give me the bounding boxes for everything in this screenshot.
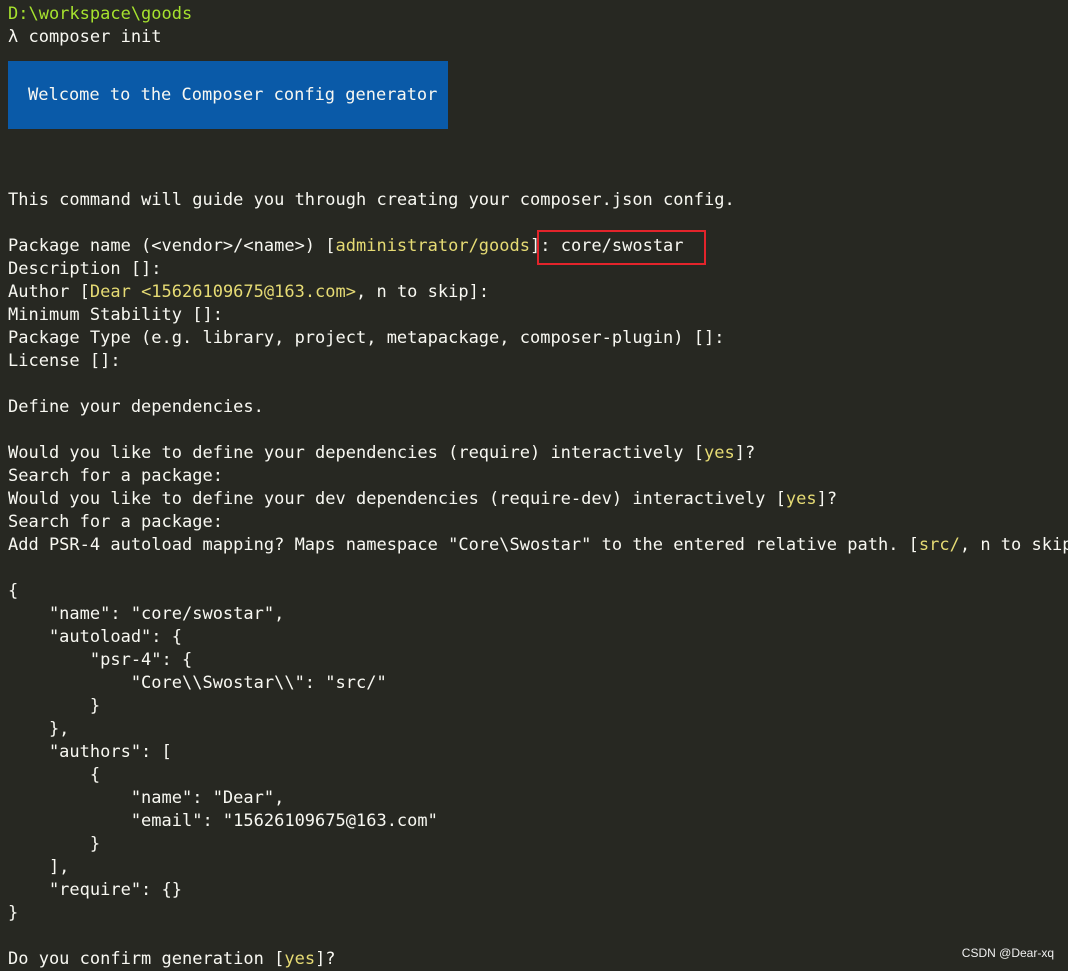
welcome-banner-text: Welcome to the Composer config generator (28, 85, 438, 105)
terminal-window[interactable]: D:\workspace\goods λ composer init Welco… (8, 3, 1068, 970)
search-package-prompt: Search for a package: (8, 512, 223, 532)
json-line: "authors": [ (8, 742, 172, 762)
json-line: "Core\\Swostar\\": "src/" (8, 673, 387, 693)
prompt-path: D:\workspace\goods (8, 4, 193, 24)
json-line: ], (8, 857, 70, 877)
author-label: Author [ (8, 282, 90, 302)
json-line: "psr-4": { (8, 650, 193, 670)
json-line: "name": "core/swostar", (8, 604, 285, 624)
package-name-label: Package name (<vendor>/<name>) [ (8, 236, 336, 256)
json-line: "email": "15626109675@163.com" (8, 811, 438, 831)
require-label: Would you like to define your dependenci… (8, 443, 704, 463)
author-suffix: , n to skip]: (356, 282, 490, 302)
watermark: CSDN @Dear-xq (961, 946, 1054, 960)
json-line: { (8, 581, 19, 601)
define-dependencies-text: Define your dependencies. (8, 397, 264, 417)
psr4-suffix: , n to skip]: (959, 535, 1068, 555)
json-line: { (8, 765, 101, 785)
json-line: } (8, 696, 101, 716)
psr4-prompt: Add PSR-4 autoload mapping? Maps namespa… (8, 534, 1068, 557)
json-line: } (8, 903, 19, 923)
require-prompt: Would you like to define your dependenci… (8, 442, 1068, 465)
confirm-default: yes (284, 949, 316, 969)
require-dev-suffix: ]? (816, 489, 838, 509)
require-dev-default: yes (785, 489, 817, 509)
package-type-prompt: Package Type (e.g. library, project, met… (8, 328, 725, 348)
json-line: }, (8, 719, 70, 739)
confirm-label: Do you confirm generation [ (8, 949, 285, 969)
confirm-suffix: ]? (315, 949, 336, 969)
author-prompt: Author [Dear <15626109675@163.com>, n to… (8, 281, 1068, 304)
license-prompt: License []: (8, 351, 121, 371)
intro-text: This command will guide you through crea… (8, 190, 735, 210)
welcome-banner: Welcome to the Composer config generator (8, 61, 448, 129)
prompt-command: λ composer init (8, 27, 162, 47)
json-preview: { "name": "core/swostar", "autoload": { … (8, 580, 1068, 925)
highlight-box (537, 230, 706, 265)
require-dev-prompt: Would you like to define your dev depend… (8, 488, 1068, 511)
json-line: } (8, 834, 101, 854)
require-default: yes (703, 443, 735, 463)
json-line: "require": {} (8, 880, 182, 900)
min-stability-prompt: Minimum Stability []: (8, 305, 223, 325)
psr4-label: Add PSR-4 autoload mapping? Maps namespa… (8, 535, 919, 555)
author-default: Dear <15626109675@163.com> (89, 282, 356, 302)
require-suffix: ]? (734, 443, 756, 463)
psr4-default: src/ (918, 535, 960, 555)
package-name-default: administrator/goods (335, 236, 530, 256)
search-package-prompt: Search for a package: (8, 466, 223, 486)
json-line: "name": "Dear", (8, 788, 285, 808)
json-line: "autoload": { (8, 627, 182, 647)
require-dev-label: Would you like to define your dev depend… (8, 489, 786, 509)
confirm-prompt: Do you confirm generation [yes]? (8, 948, 1068, 971)
